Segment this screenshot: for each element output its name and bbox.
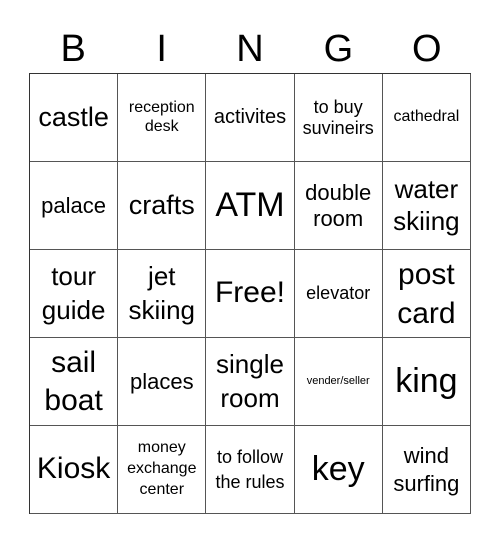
header-letter-g: G <box>323 28 354 70</box>
cell-text: money exchange center <box>127 439 197 498</box>
bingo-cell[interactable]: reception desk <box>118 74 207 162</box>
bingo-grid: castle reception desk activites to buy s… <box>29 73 471 514</box>
cell-text: palace <box>41 192 107 218</box>
bingo-cell[interactable]: to buy suvineirs <box>294 74 383 162</box>
bingo-cell[interactable]: water skiing <box>382 162 471 250</box>
bingo-cell[interactable]: castle <box>30 74 119 162</box>
bingo-cell[interactable]: double room <box>294 162 383 250</box>
cell-text: king <box>395 361 458 400</box>
bingo-cell[interactable]: Free! <box>206 250 295 338</box>
cell-text: key <box>311 449 365 488</box>
bingo-cell[interactable]: crafts <box>118 162 207 250</box>
bingo-cell[interactable]: places <box>118 338 207 426</box>
cell-text: single room <box>216 348 284 413</box>
cell-text: Free! <box>214 276 285 310</box>
header-letter-o: O <box>412 28 442 70</box>
cell-text: tour guide <box>41 260 106 325</box>
bingo-cell[interactable]: tour guide <box>30 250 119 338</box>
cell-text: to buy suvineirs <box>302 96 374 138</box>
bingo-cell[interactable]: cathedral <box>382 74 471 162</box>
cell-text: crafts <box>128 189 195 220</box>
cell-text: water skiing <box>393 174 460 236</box>
bingo-cell[interactable]: single room <box>206 338 295 426</box>
header-letter-i: I <box>156 28 167 70</box>
bingo-cell[interactable]: vender/seller <box>294 338 383 426</box>
cell-text: vender/seller <box>306 375 370 388</box>
bingo-header: B I N G O <box>29 26 471 72</box>
bingo-cell[interactable]: to follow the rules <box>206 426 295 514</box>
cell-text: elevator <box>306 283 371 304</box>
cell-text: activites <box>213 106 287 128</box>
bingo-cell[interactable]: activites <box>206 74 295 162</box>
bingo-cell[interactable]: king <box>382 338 471 426</box>
cell-text: places <box>129 368 194 394</box>
bingo-cell[interactable]: wind surfing <box>382 426 471 514</box>
bingo-cell[interactable]: elevator <box>294 250 383 338</box>
bingo-cell[interactable]: key <box>294 426 383 514</box>
cell-text: ATM <box>215 185 285 224</box>
bingo-cell[interactable]: Kiosk <box>30 426 119 514</box>
cell-text: Kiosk <box>36 452 111 486</box>
cell-text: double room <box>305 180 372 231</box>
cell-text: cathedral <box>393 108 460 126</box>
header-letter-n: N <box>236 28 264 70</box>
bingo-cell[interactable]: sail boat <box>30 338 119 426</box>
bingo-cell[interactable]: ATM <box>206 162 295 250</box>
cell-text: sail boat <box>44 346 103 417</box>
header-letter-b: B <box>60 28 86 70</box>
cell-text: wind surfing <box>393 443 460 496</box>
cell-text: jet skiing <box>128 260 196 325</box>
cell-text: to follow the rules <box>215 447 285 492</box>
bingo-cell[interactable]: post card <box>382 250 471 338</box>
bingo-cell[interactable]: palace <box>30 162 119 250</box>
bingo-cell[interactable]: jet skiing <box>118 250 207 338</box>
cell-text: reception desk <box>128 99 195 135</box>
bingo-cell[interactable]: money exchange center <box>118 426 207 514</box>
cell-text: post card <box>397 257 456 330</box>
cell-text: castle <box>38 101 109 132</box>
